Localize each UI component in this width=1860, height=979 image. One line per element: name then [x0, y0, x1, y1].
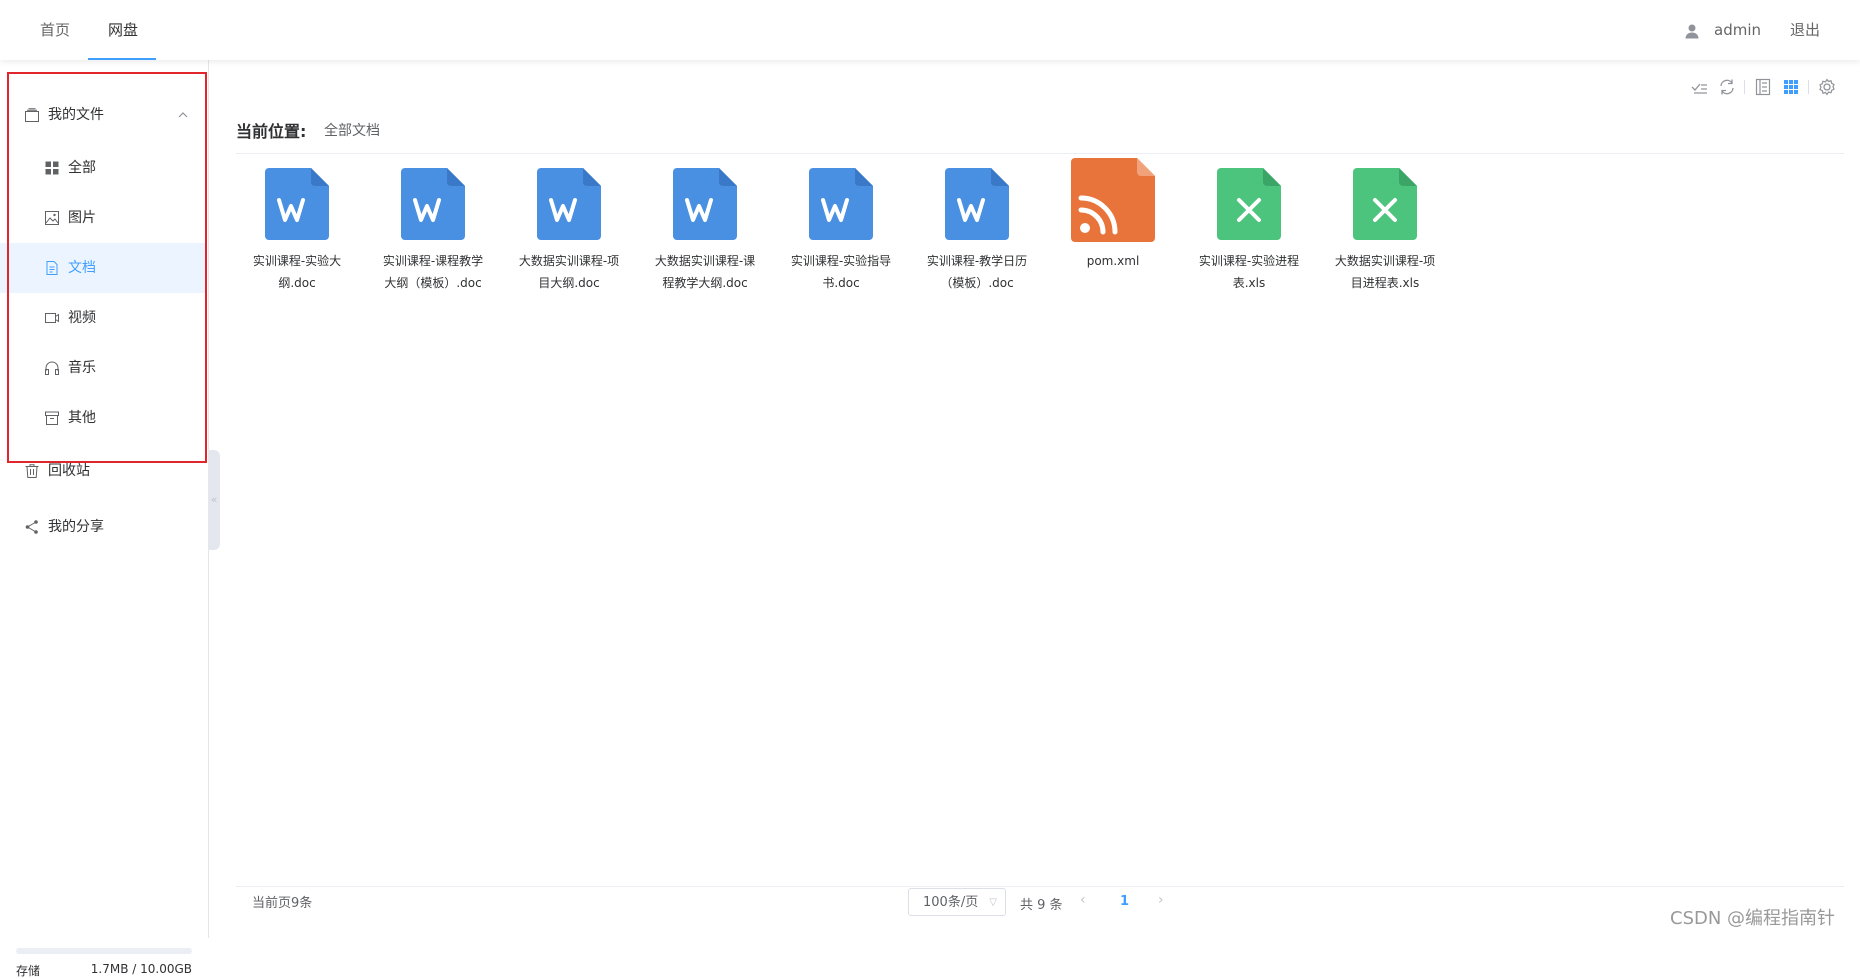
- sidebar-collapse-handle[interactable]: «: [208, 450, 220, 550]
- video-icon: [44, 310, 60, 326]
- sidebar-item-recycle-bin[interactable]: 回收站: [0, 446, 206, 496]
- xml-rss-file-icon: [1073, 160, 1153, 242]
- toolbar-divider: [1744, 80, 1745, 94]
- active-tab-indicator: [88, 58, 156, 60]
- username[interactable]: admin: [1714, 0, 1761, 60]
- file-item[interactable]: 实训课程-实验大纲.doc: [237, 160, 357, 294]
- current-page-count: 当前页9条: [252, 892, 312, 911]
- word-file-icon: [801, 160, 881, 242]
- file-name: pom.xml: [1053, 250, 1173, 272]
- refresh-icon[interactable]: [1718, 78, 1736, 96]
- file-name: 大数据实训课程-项目进程表.xls: [1325, 250, 1445, 294]
- storage-label: 存储: [16, 962, 40, 979]
- page-size-value: 100条/页: [923, 889, 978, 917]
- file-item[interactable]: 实训课程-课程教学大纲（模板）.doc: [373, 160, 493, 294]
- trash-icon: [24, 463, 40, 479]
- sidebar-item-label: 我的分享: [48, 502, 104, 552]
- excel-file-icon: [1345, 160, 1425, 242]
- sidebar-item-images[interactable]: 图片: [0, 193, 206, 243]
- file-name: 大数据实训课程-课程教学大纲.doc: [645, 250, 765, 294]
- top-navbar: 首页 网盘 admin 退出: [0, 0, 1860, 60]
- sidebar-item-label: 其他: [68, 393, 96, 443]
- word-file-icon: [665, 160, 745, 242]
- storage-progress-bar: [16, 948, 192, 954]
- sidebar-item-label: 音乐: [68, 343, 96, 393]
- file-item[interactable]: pom.xml: [1053, 160, 1173, 272]
- watermark: CSDN @编程指南针: [1670, 904, 1835, 930]
- list-view-icon[interactable]: [1754, 78, 1772, 96]
- sidebar-item-label: 文档: [68, 243, 96, 293]
- file-name: 实训课程-实验指导书.doc: [781, 250, 901, 294]
- prev-page-button[interactable]: ‹: [1080, 892, 1086, 908]
- sidebar-item-all[interactable]: 全部: [0, 143, 206, 193]
- grid-icon: [44, 160, 60, 176]
- sidebar-item-my-share[interactable]: 我的分享: [0, 502, 206, 552]
- sidebar-item-label: 我的文件: [48, 90, 104, 140]
- file-name: 实训课程-实验大纲.doc: [237, 250, 357, 294]
- file-item[interactable]: 实训课程-教学日历（模板）.doc: [917, 160, 1037, 294]
- logout-link[interactable]: 退出: [1790, 0, 1820, 60]
- excel-file-icon: [1209, 160, 1289, 242]
- footer-divider: [236, 886, 1844, 887]
- tab-netdisk[interactable]: 网盘: [108, 0, 138, 60]
- total-count: 共 9 条: [1020, 894, 1063, 913]
- sidebar-item-label: 回收站: [48, 446, 90, 496]
- file-name: 实训课程-课程教学大纲（模板）.doc: [373, 250, 493, 294]
- sidebar-item-my-files[interactable]: 我的文件: [0, 90, 206, 140]
- sidebar-item-other[interactable]: 其他: [0, 393, 206, 443]
- tab-home[interactable]: 首页: [40, 0, 70, 60]
- sidebar-item-label: 全部: [68, 143, 96, 193]
- sidebar-item-music[interactable]: 音乐: [0, 343, 206, 393]
- file-item[interactable]: 实训课程-实验进程表.xls: [1189, 160, 1309, 294]
- next-page-button[interactable]: ›: [1158, 892, 1164, 908]
- document-icon: [44, 260, 60, 276]
- file-name: 大数据实训课程-项目大纲.doc: [509, 250, 629, 294]
- file-name: 实训课程-教学日历（模板）.doc: [917, 250, 1037, 294]
- file-item[interactable]: 大数据实训课程-项目大纲.doc: [509, 160, 629, 294]
- file-item[interactable]: 大数据实训课程-课程教学大纲.doc: [645, 160, 765, 294]
- storage-value: 1.7MB / 10.00GB: [91, 962, 192, 976]
- file-item[interactable]: 大数据实训课程-项目进程表.xls: [1325, 160, 1445, 294]
- toolbar-divider: [1808, 80, 1809, 94]
- word-file-icon: [257, 160, 337, 242]
- page-size-select[interactable]: 100条/页 ▽: [908, 888, 1006, 916]
- folder-stack-icon: [24, 107, 40, 123]
- page-number-current[interactable]: 1: [1120, 894, 1129, 909]
- user-icon: [1684, 23, 1700, 39]
- breadcrumb-label: 当前位置:: [236, 118, 306, 142]
- sidebar: 我的文件 全部 图片 文档 视频: [0, 60, 209, 938]
- grid-view-icon[interactable]: [1782, 78, 1800, 96]
- word-file-icon: [393, 160, 473, 242]
- image-icon: [44, 210, 60, 226]
- breadcrumb-divider: [236, 153, 1844, 154]
- sidebar-item-documents[interactable]: 文档: [0, 243, 206, 293]
- breadcrumb[interactable]: 全部文档: [324, 120, 380, 140]
- settings-gear-icon[interactable]: [1818, 78, 1836, 96]
- headphones-icon: [44, 360, 60, 376]
- batch-select-icon[interactable]: [1690, 78, 1708, 96]
- word-file-icon: [529, 160, 609, 242]
- file-name: 实训课程-实验进程表.xls: [1189, 250, 1309, 294]
- share-icon: [24, 519, 40, 535]
- chevron-up-icon[interactable]: [178, 111, 188, 119]
- word-file-icon: [937, 160, 1017, 242]
- file-item[interactable]: 实训课程-实验指导书.doc: [781, 160, 901, 294]
- sidebar-item-label: 视频: [68, 293, 96, 343]
- chevron-down-icon: ▽: [989, 889, 997, 917]
- archive-icon: [44, 410, 60, 426]
- sidebar-item-videos[interactable]: 视频: [0, 293, 206, 343]
- sidebar-item-label: 图片: [68, 193, 96, 243]
